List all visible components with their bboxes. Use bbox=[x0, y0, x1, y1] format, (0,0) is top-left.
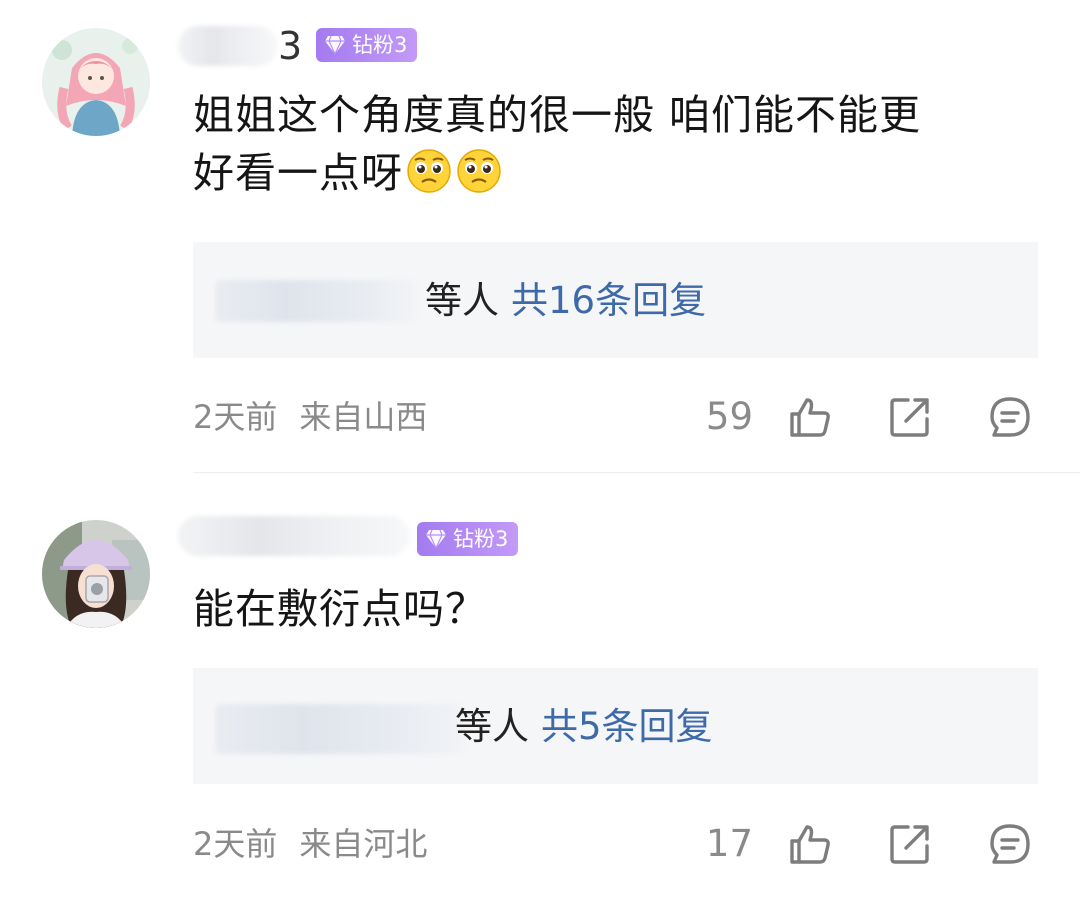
avatar-image bbox=[42, 520, 150, 628]
badge-label: 钻粉3 bbox=[453, 527, 509, 551]
replies-summary-text: 等人 共5条回复 bbox=[455, 701, 713, 753]
replies-who: 等人 bbox=[455, 705, 529, 748]
comment-meta: 2天前 来自河北 bbox=[193, 822, 427, 866]
comment-icon bbox=[990, 824, 1030, 864]
share-button[interactable] bbox=[888, 822, 932, 866]
fan-badge[interactable]: 钻粉3 bbox=[417, 522, 519, 556]
timestamp: 2天前 bbox=[193, 825, 278, 863]
reply-button[interactable] bbox=[988, 822, 1032, 866]
username-redacted[interactable] bbox=[178, 516, 410, 556]
share-icon bbox=[890, 825, 929, 864]
location: 来自河北 bbox=[299, 825, 428, 863]
diamond-icon bbox=[426, 529, 446, 549]
comment-text-line: 能在敷衍点吗？ bbox=[193, 585, 487, 633]
replier-names-redacted bbox=[215, 704, 463, 754]
thumbs-up-icon bbox=[790, 825, 830, 864]
comment-item: 钻粉3 能在敷衍点吗？ 等人 共5条回复 2天前 来自河北 17 bbox=[0, 0, 1080, 904]
replies-summary[interactable]: 等人 共5条回复 bbox=[193, 668, 1038, 784]
avatar[interactable] bbox=[42, 520, 150, 628]
like-button[interactable] bbox=[788, 822, 832, 866]
view-replies-link[interactable]: 共5条回复 bbox=[541, 705, 713, 748]
comment-text[interactable]: 能在敷衍点吗？ bbox=[193, 580, 1043, 638]
like-count: 17 bbox=[705, 822, 753, 865]
